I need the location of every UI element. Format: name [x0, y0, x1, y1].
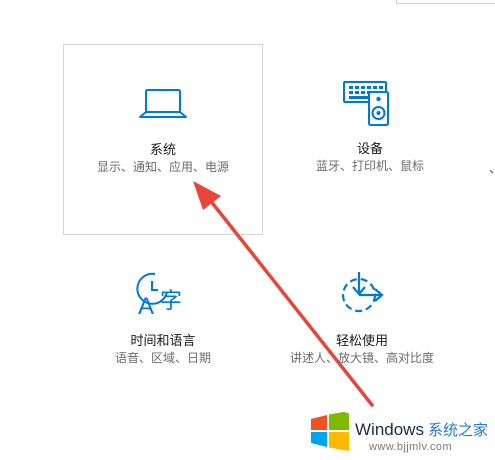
tile-system[interactable]: 系统 显示、通知、应用、电源 — [63, 44, 263, 235]
laptop-icon — [137, 87, 189, 125]
watermark-brand-cn: 系统之家 — [427, 422, 488, 439]
tile-ease-of-access-title: 轻松使用 — [335, 334, 388, 349]
svg-text:字: 字 — [160, 289, 182, 314]
clock-language-icon: A 字 — [135, 270, 191, 320]
tile-ease-of-access-subtitle: 讲述人、放大镜、高对比度 — [289, 351, 434, 365]
windows-logo-icon — [308, 408, 352, 455]
timer-access-icon — [337, 270, 387, 320]
tile-devices-title: 设备 — [356, 142, 383, 157]
cropped-search-box[interactable] — [396, 0, 495, 4]
tile-time-language[interactable]: A 字 时间和语言 语音、区域、日期 — [63, 258, 263, 388]
tile-devices[interactable]: 设备 蓝牙、打印机、鼠标 — [270, 44, 470, 235]
tile-system-title: 系统 — [149, 143, 176, 158]
tile-devices-subtitle: 蓝牙、打印机、鼠标 — [315, 159, 424, 173]
keyboard-speaker-icon — [342, 80, 392, 130]
tile-time-language-title: 时间和语言 — [130, 334, 196, 349]
tile-ease-of-access[interactable]: 轻松使用 讲述人、放大镜、高对比度 — [262, 258, 462, 388]
tile-system-subtitle: 显示、通知、应用、电源 — [96, 160, 229, 174]
watermark-url: www.bjjmlv.com — [369, 441, 453, 453]
watermark: Windows 系统之家 www.bjjmlv.com — [303, 403, 493, 458]
watermark-brand-en: Windows — [355, 420, 424, 439]
cropped-tile-text: 、 — [489, 158, 495, 177]
settings-page: 、 系统 显示、通知、应用、电源 — [0, 0, 495, 460]
tile-time-language-subtitle: 语音、区域、日期 — [114, 351, 211, 365]
watermark-brand: Windows 系统之家 — [355, 419, 488, 440]
svg-text:A: A — [138, 293, 154, 316]
